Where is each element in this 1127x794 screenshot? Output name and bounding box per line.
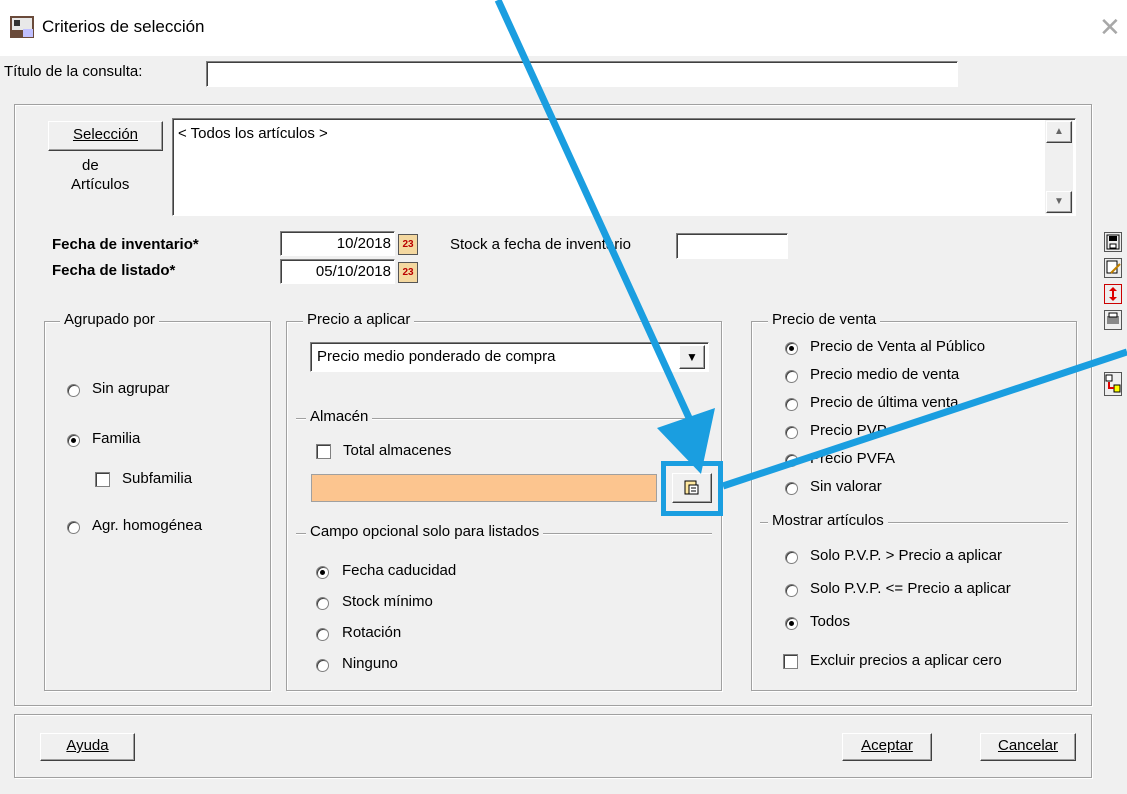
scroll-down-icon[interactable]: ▼ <box>1046 191 1072 213</box>
precio-medio-venta-label: Precio medio de venta <box>810 366 960 383</box>
articles-label: Artículos <box>71 176 130 193</box>
select-articles-button[interactable]: Selección <box>48 121 163 151</box>
precio-venta-title: Precio de venta <box>768 311 881 328</box>
radio-precio-medio-venta[interactable] <box>785 370 798 383</box>
fecha-caducidad-label: Fecha caducidad <box>342 562 457 579</box>
help-button[interactable]: Ayuda <box>40 733 135 761</box>
solo-pvp-menor-label: Solo P.V.P. <= Precio a aplicar <box>810 580 1011 597</box>
radio-precio-ultima-venta[interactable] <box>785 398 798 411</box>
radio-sin-valorar[interactable] <box>785 482 798 495</box>
window-title: Criterios de selección <box>42 17 205 36</box>
cancel-button[interactable]: Cancelar <box>980 733 1076 761</box>
total-almacenes-label: Total almacenes <box>343 442 452 459</box>
listing-calendar-icon[interactable]: 23 <box>398 262 418 283</box>
subfamilia-checkbox[interactable] <box>95 472 110 487</box>
ninguno-label: Ninguno <box>342 655 398 672</box>
subfamilia-label: Subfamilia <box>122 470 193 487</box>
total-almacenes-checkbox[interactable] <box>316 444 331 459</box>
chevron-down-icon[interactable]: ▼ <box>679 345 705 369</box>
highlight-box <box>661 461 723 516</box>
radio-todos[interactable] <box>785 617 798 630</box>
listing-date-input[interactable]: 05/10/2018 <box>280 259 395 284</box>
radio-familia[interactable] <box>67 434 80 447</box>
resize-icon[interactable] <box>1104 284 1122 304</box>
radio-solo-pvp-mayor[interactable] <box>785 551 798 564</box>
query-title-label: Título de la consulta: <box>4 63 143 80</box>
listing-date-label: Fecha de listado* <box>52 262 176 279</box>
sin-agrupar-label: Sin agrupar <box>92 380 170 397</box>
articles-list-value: < Todos los artículos > <box>178 125 328 142</box>
save-icon[interactable] <box>1104 232 1122 252</box>
articles-de-label: de <box>82 157 99 174</box>
almacen-title: Almacén <box>306 408 373 425</box>
radio-precio-pvp[interactable] <box>785 426 798 439</box>
radio-pvp-publico[interactable] <box>785 342 798 355</box>
almacen-field[interactable] <box>311 474 657 502</box>
title-bar: Criterios de selección ✕ <box>0 0 1127 56</box>
pvp-publico-label: Precio de Venta al Público <box>810 338 986 355</box>
radio-stock-minimo[interactable] <box>316 597 329 610</box>
select-articles-label: Selección <box>72 126 139 143</box>
query-title-input[interactable] <box>206 61 958 87</box>
radio-agr-homogenea[interactable] <box>67 521 80 534</box>
radio-precio-pvfa[interactable] <box>785 454 798 467</box>
articles-scrollbar[interactable]: ▲ ▼ <box>1045 120 1073 214</box>
cancel-label: Cancelar <box>997 737 1059 754</box>
precio-ultima-venta-label: Precio de última venta <box>810 394 959 411</box>
inventory-date-label: Fecha de inventario* <box>52 236 199 253</box>
inventory-calendar-icon[interactable]: 23 <box>398 234 418 255</box>
stock-date-input[interactable] <box>676 233 788 259</box>
radio-ninguno[interactable] <box>316 659 329 672</box>
sin-valorar-label: Sin valorar <box>810 478 882 495</box>
precio-pvp-label: Precio PVP <box>810 422 887 439</box>
solo-pvp-mayor-label: Solo P.V.P. > Precio a aplicar <box>810 547 1002 564</box>
excluir-checkbox[interactable] <box>783 654 798 669</box>
agrupado-title: Agrupado por <box>60 311 159 328</box>
edit-icon[interactable] <box>1104 258 1122 278</box>
campo-opcional-title: Campo opcional solo para listados <box>306 523 544 540</box>
radio-fecha-caducidad[interactable] <box>316 566 329 579</box>
precio-aplicar-title: Precio a aplicar <box>303 311 415 328</box>
precio-aplicar-value: Precio medio ponderado de compra <box>317 348 556 365</box>
help-label: Ayuda <box>66 737 109 754</box>
radio-solo-pvp-menor[interactable] <box>785 584 798 597</box>
precio-aplicar-select[interactable]: Precio medio ponderado de compra ▼ <box>310 342 709 372</box>
excluir-label: Excluir precios a aplicar cero <box>810 652 1002 669</box>
radio-rotacion[interactable] <box>316 628 329 641</box>
accept-label: Aceptar <box>861 737 913 754</box>
print-icon[interactable] <box>1104 310 1122 330</box>
agrupado-group <box>44 321 271 691</box>
scroll-up-icon[interactable]: ▲ <box>1046 121 1072 143</box>
stock-minimo-label: Stock mínimo <box>342 593 433 610</box>
agr-homogenea-label: Agr. homogénea <box>92 517 203 534</box>
close-icon[interactable]: ✕ <box>1099 12 1121 43</box>
stock-date-label: Stock a fecha de inventario <box>450 236 631 253</box>
export-icon[interactable] <box>1104 372 1122 396</box>
todos-label: Todos <box>810 613 851 630</box>
mostrar-title: Mostrar artículos <box>768 512 888 529</box>
app-icon <box>10 16 34 38</box>
rotacion-label: Rotación <box>342 624 402 641</box>
precio-pvfa-label: Precio PVFA <box>810 450 896 467</box>
radio-sin-agrupar[interactable] <box>67 384 80 397</box>
familia-label: Familia <box>92 430 141 447</box>
articles-list[interactable]: < Todos los artículos > ▲ ▼ <box>172 118 1076 216</box>
inventory-date-input[interactable]: 10/2018 <box>280 231 395 256</box>
accept-button[interactable]: Aceptar <box>842 733 932 761</box>
